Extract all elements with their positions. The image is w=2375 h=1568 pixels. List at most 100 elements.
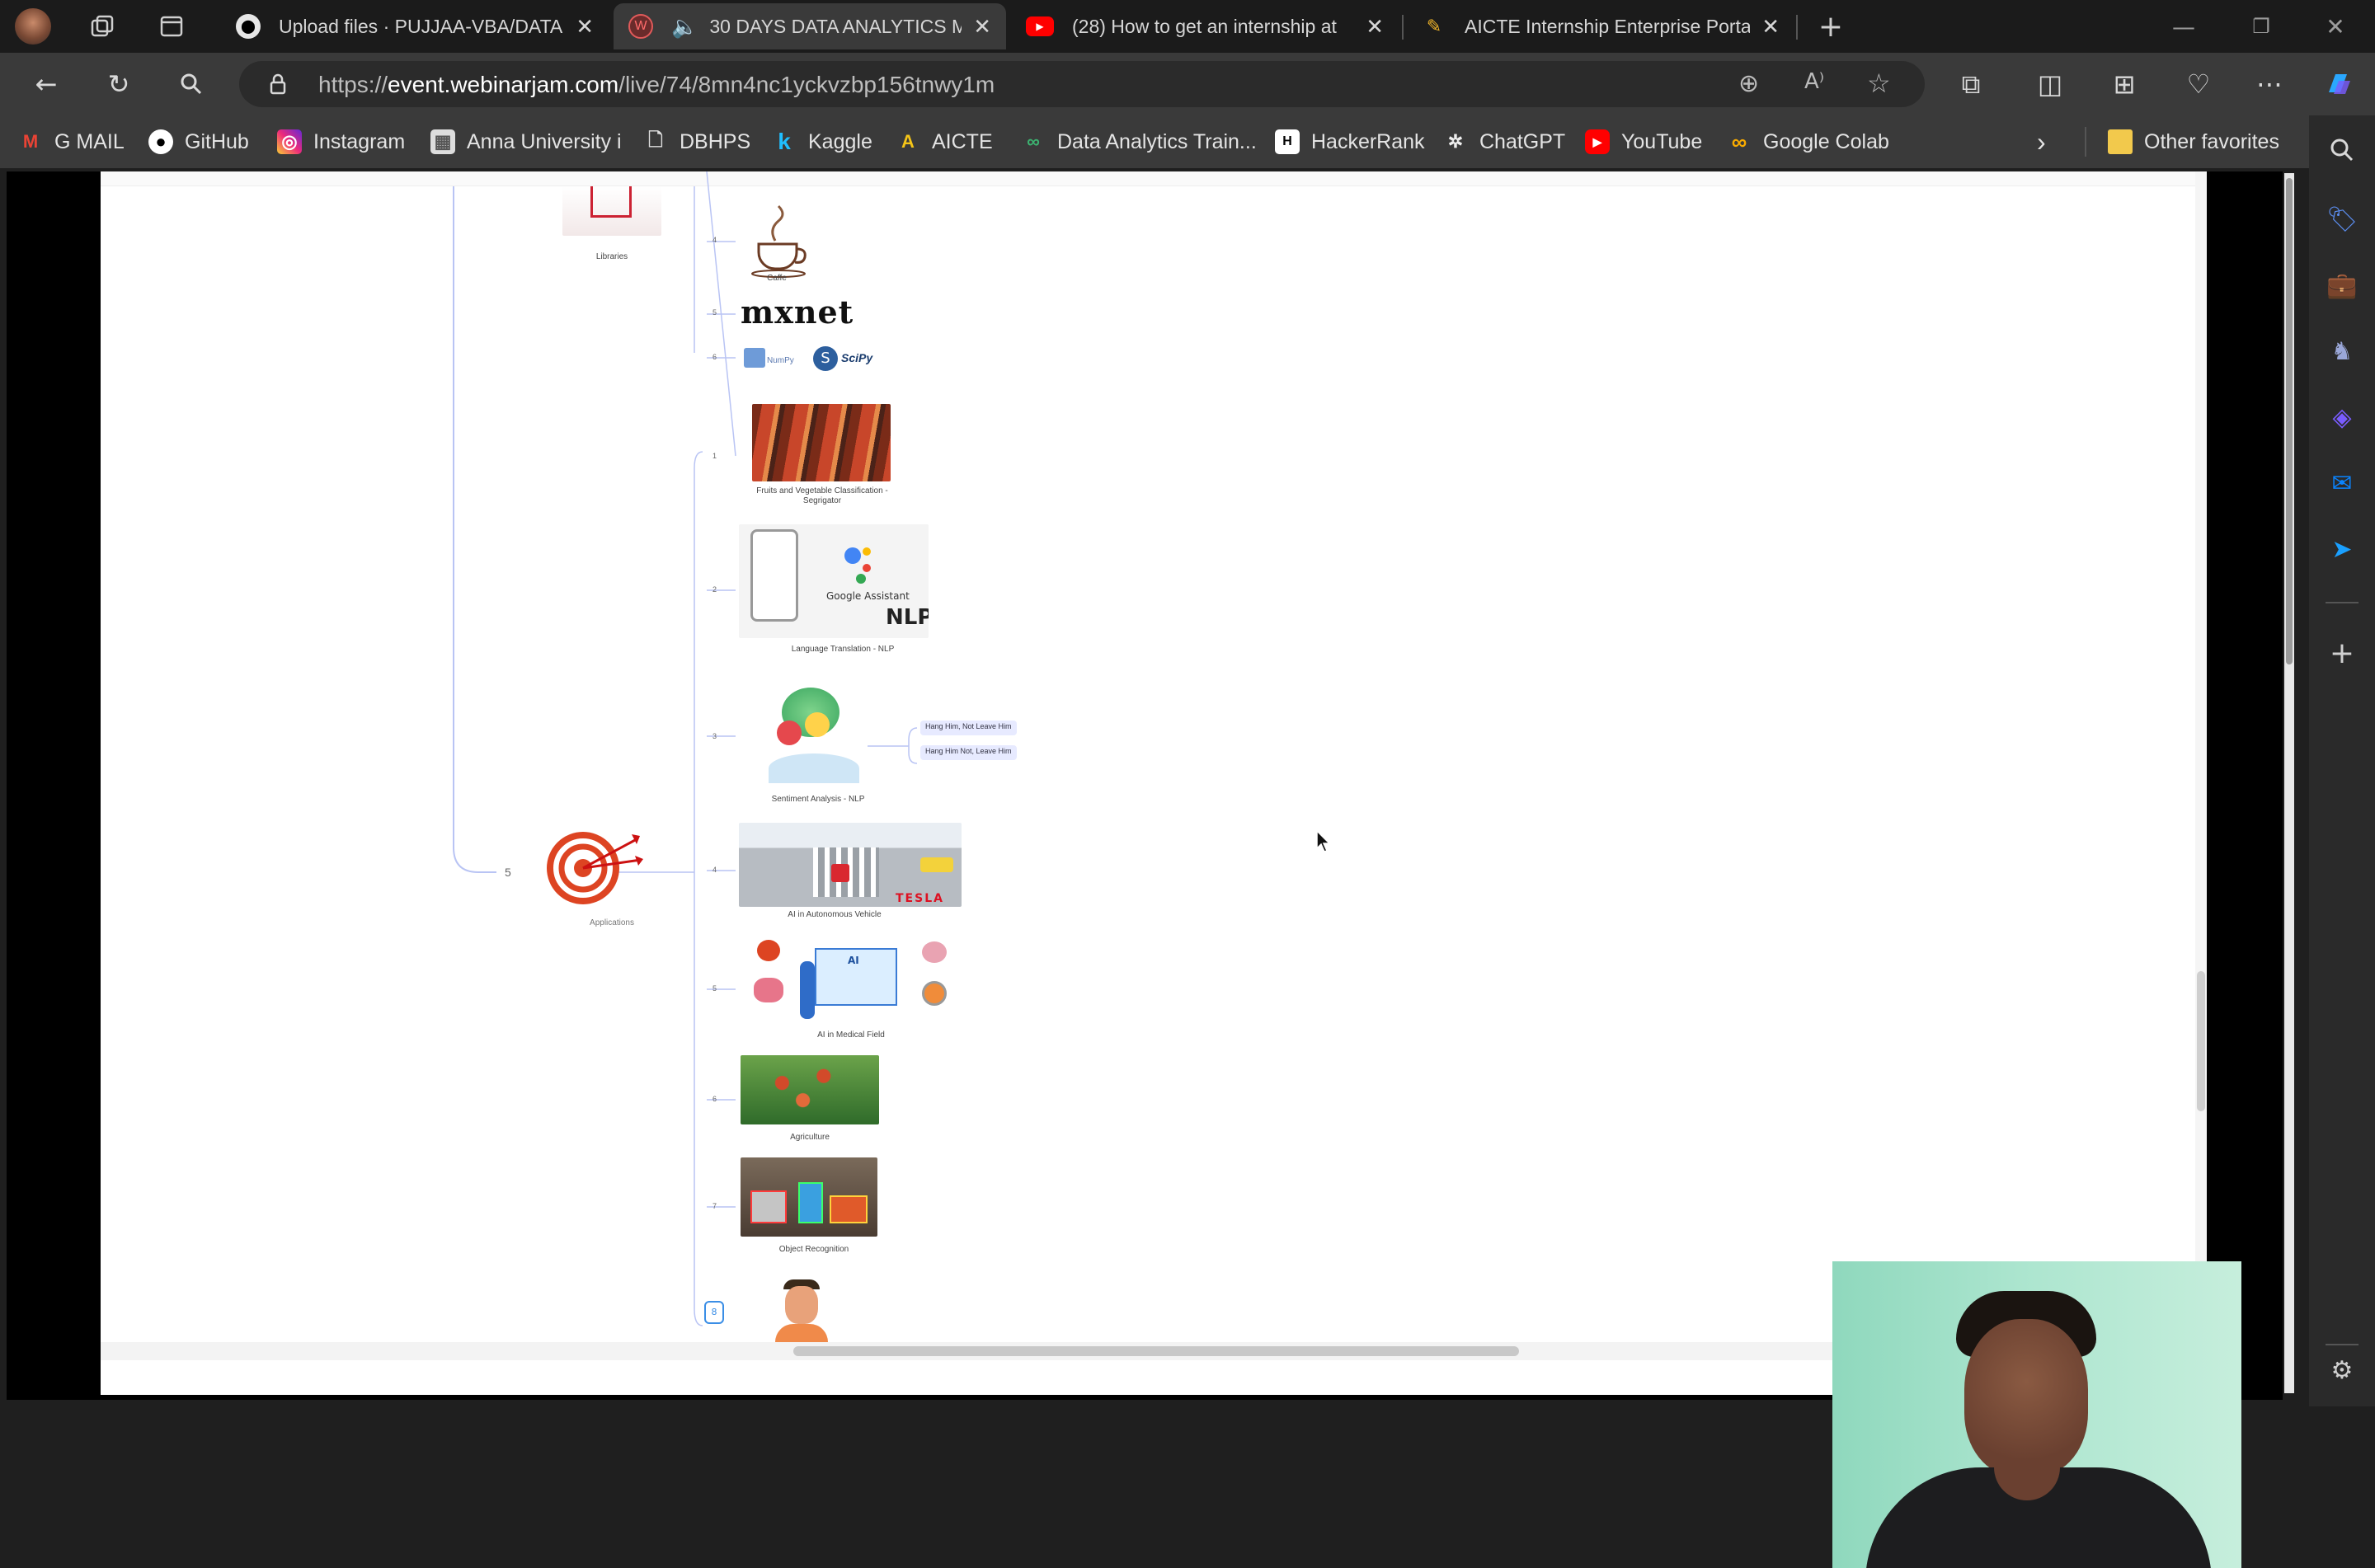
bookmark-google-colab[interactable]: ∞ Google Colab xyxy=(1727,125,1889,158)
favorite-star-icon[interactable]: ☆ xyxy=(1867,68,1891,99)
eye-icon xyxy=(922,981,947,1006)
language-translation-label: Language Translation - NLP xyxy=(791,645,895,654)
mouse-cursor-icon xyxy=(1316,829,1333,853)
outlook-icon[interactable]: ✉ xyxy=(2324,465,2360,501)
microsoft-365-icon[interactable]: ◈ xyxy=(2324,399,2360,435)
other-favorites[interactable]: Other favorites xyxy=(2108,125,2279,158)
hackerrank-icon: H xyxy=(1275,129,1300,154)
language-translation-image[interactable]: Google Assistant NLP xyxy=(739,524,929,638)
github-icon: ● xyxy=(148,129,173,154)
split-screen-icon[interactable]: ◫ xyxy=(2032,66,2068,102)
scipy-icon[interactable]: S xyxy=(813,346,838,371)
github-icon: ⬤ xyxy=(236,14,261,39)
games-icon[interactable]: ♞ xyxy=(2324,333,2360,369)
workspaces-icon[interactable] xyxy=(84,8,120,45)
app-number: 6 xyxy=(712,1095,717,1103)
mindmap-vertical-thumb[interactable] xyxy=(2197,971,2205,1111)
target-icon[interactable] xyxy=(546,823,645,913)
read-aloud-icon[interactable]: A⁾ xyxy=(1804,69,1824,94)
sidebar-separator xyxy=(2326,602,2359,603)
copilot-icon[interactable] xyxy=(2321,66,2357,102)
navigation-bar: ← ↻ https://event.webinarjam.com/live/74… xyxy=(0,53,2375,115)
webinarjam-icon: W xyxy=(628,14,653,39)
library-number: 6 xyxy=(712,353,717,361)
library-number: 5 xyxy=(712,308,717,317)
mindmap-vertical-scrollbar[interactable] xyxy=(2195,171,2207,1342)
search-icon[interactable] xyxy=(173,66,209,102)
tools-briefcase-icon[interactable]: 💼 xyxy=(2324,267,2360,303)
kaggle-icon: k xyxy=(778,129,791,154)
bookmark-github[interactable]: ● GitHub xyxy=(148,125,249,158)
tab-aicte[interactable]: ✎ AICTE Internship Enterprise Porta ✕ xyxy=(1407,3,1794,49)
sidebar-search-icon[interactable] xyxy=(2324,132,2360,168)
app-number-badge[interactable]: 8 xyxy=(704,1301,724,1324)
caffe-logo-icon[interactable] xyxy=(742,203,816,279)
add-sidebar-app-icon[interactable]: + xyxy=(2324,635,2360,671)
youtube-icon: ▶ xyxy=(1585,129,1610,154)
agriculture-label: Agriculture xyxy=(790,1133,830,1142)
library-number: 4 xyxy=(712,236,717,244)
restore-icon[interactable]: ❐ xyxy=(2243,8,2279,45)
presenter-webcam[interactable] xyxy=(1832,1261,2241,1568)
face-recognition-image[interactable] xyxy=(769,1275,835,1342)
numpy-icon[interactable] xyxy=(744,348,765,368)
libraries-image[interactable] xyxy=(562,186,661,236)
bookmark-anna-university[interactable]: ▦ Anna University i xyxy=(430,125,622,158)
tab-webinar[interactable]: W 🔈 30 DAYS DATA ANALYTICS M ✕ xyxy=(614,3,1006,49)
address-bar[interactable]: https://event.webinarjam.com/live/74/8mn… xyxy=(239,61,1925,107)
close-tab-icon[interactable]: ✕ xyxy=(973,14,991,40)
object-recognition-image[interactable] xyxy=(741,1157,877,1237)
bookmark-gmail[interactable]: MG MAIL xyxy=(18,125,125,158)
bookmark-instagram[interactable]: ◎ Instagram xyxy=(277,125,405,158)
tab-github-upload[interactable]: ⬤ Upload files · PUJJAA-VBA/DATA ✕ xyxy=(221,3,609,49)
bookmark-kaggle[interactable]: k Kaggle xyxy=(772,125,872,158)
lock-icon[interactable] xyxy=(266,72,290,96)
sidebar-settings-icon[interactable]: ⚙ xyxy=(2324,1352,2360,1388)
autonomous-vehicle-image[interactable]: TESLA xyxy=(739,823,962,907)
sentiment-chip-1[interactable]: Hang Him, Not Leave Him xyxy=(920,721,1017,735)
mxnet-logo[interactable]: mxnet xyxy=(741,293,854,331)
bookmark-data-analytics[interactable]: ∞ Data Analytics Train... xyxy=(1021,125,1257,158)
page-scroll-thumb[interactable] xyxy=(2286,178,2293,664)
extensions-icon[interactable]: ⧉ xyxy=(1953,66,1989,102)
bookmarks-overflow-chevron-icon[interactable]: › xyxy=(2037,125,2046,158)
instagram-icon: ◎ xyxy=(277,129,302,154)
sentiment-analysis-image[interactable] xyxy=(752,679,876,786)
minimize-icon[interactable]: — xyxy=(2166,8,2202,45)
page-scrollbar[interactable] xyxy=(2284,173,2294,1393)
back-icon[interactable]: ← xyxy=(28,66,64,102)
applications-label: Applications xyxy=(590,918,634,927)
bookmark-aicte[interactable]: A AICTE xyxy=(896,125,993,158)
profile-avatar[interactable] xyxy=(15,8,51,45)
bookmark-dbhps[interactable]: 🗋 DBHPS xyxy=(643,125,750,158)
send-icon[interactable]: ➤ xyxy=(2324,531,2360,567)
close-tab-icon[interactable]: ✕ xyxy=(1761,14,1780,40)
browser-essentials-icon[interactable]: ♡ xyxy=(2180,66,2217,102)
sentiment-chip-2[interactable]: Hang Him Not, Leave Him xyxy=(920,745,1017,760)
speaker-icon[interactable]: 🔈 xyxy=(671,14,698,40)
agriculture-image[interactable] xyxy=(741,1055,879,1124)
bookmark-youtube[interactable]: ▶ YouTube xyxy=(1585,125,1702,158)
close-tab-icon[interactable]: ✕ xyxy=(576,14,594,40)
medical-field-image[interactable]: AI xyxy=(741,937,963,1035)
tab-actions-icon[interactable] xyxy=(153,8,190,45)
anna-university-icon: ▦ xyxy=(430,129,455,154)
collections-icon[interactable]: ⊞ xyxy=(2106,66,2142,102)
bookmark-hackerrank[interactable]: H HackerRank xyxy=(1275,125,1425,158)
close-tab-icon[interactable]: ✕ xyxy=(1366,14,1384,40)
zoom-icon[interactable]: ⊕ xyxy=(1738,69,1759,98)
new-tab-icon[interactable]: + xyxy=(1813,8,1849,45)
gmail-icon: M xyxy=(22,131,39,152)
more-options-icon[interactable]: ⋯ xyxy=(2251,66,2288,102)
fruits-vegetables-image[interactable] xyxy=(752,404,891,481)
refresh-icon[interactable]: ↻ xyxy=(101,66,137,102)
mindmap-horizontal-thumb[interactable] xyxy=(793,1346,1519,1356)
tab-youtube-internship[interactable]: ▶ (28) How to get an internship at ✕ xyxy=(1011,3,1399,49)
bookmark-chatgpt[interactable]: ✲ ChatGPT xyxy=(1443,125,1565,158)
app-number: 2 xyxy=(712,585,717,594)
tab-separator xyxy=(1402,15,1404,40)
shopping-tag-icon[interactable]: 🏷 xyxy=(2324,201,2360,237)
url-text[interactable]: https://event.webinarjam.com/live/74/8mn… xyxy=(318,72,995,98)
app-number: 5 xyxy=(712,984,717,993)
close-window-icon[interactable]: ✕ xyxy=(2317,8,2354,45)
